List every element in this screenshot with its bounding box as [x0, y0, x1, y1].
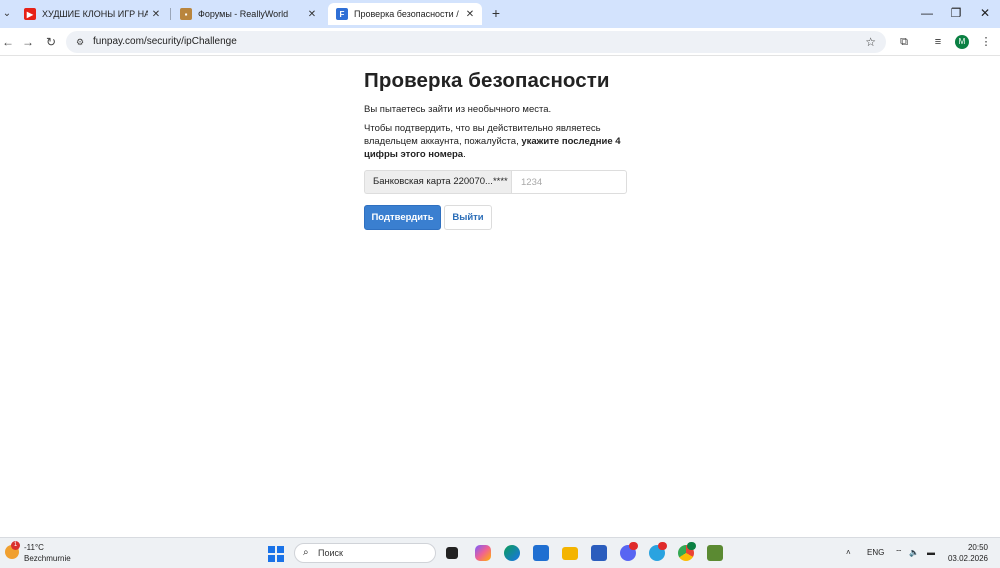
tray-chevron-up-icon[interactable]: ˄ — [846, 548, 851, 557]
minimize-button[interactable]: — — [912, 4, 942, 22]
page-title: Проверка безопасности — [364, 69, 610, 92]
site-settings-icon[interactable]: ⚙ — [74, 36, 86, 48]
weather-location[interactable]: Bezchmurnie — [24, 554, 71, 563]
reload-icon[interactable]: ↻ — [43, 34, 59, 50]
volume-icon[interactable]: 🔈 — [909, 548, 919, 557]
security-check-panel: Проверка безопасности Вы пытаетесь зайти… — [364, 68, 634, 230]
close-icon[interactable]: ✕ — [148, 9, 164, 20]
confirm-button[interactable]: Подтвердить — [364, 205, 441, 230]
battery-icon[interactable]: ▬ — [927, 548, 935, 557]
language-indicator[interactable]: ENG — [867, 548, 884, 557]
telegram-badge — [658, 542, 667, 550]
address-bar[interactable]: ⚙ funpay.com/security/ipChallenge ☆ — [66, 31, 886, 53]
tab-title: ХУДШИЕ КЛОНЫ ИГР НА ТЕЛЕФОН — [42, 9, 148, 19]
forward-icon[interactable]: → — [20, 34, 36, 50]
card-digits-input-group: Банковская карта 220070...**** — [364, 170, 627, 194]
back-icon[interactable]: ← — [0, 34, 16, 50]
store-icon[interactable] — [591, 545, 607, 561]
restore-button[interactable]: ❐ — [941, 4, 971, 22]
edge-icon[interactable] — [504, 545, 520, 561]
window-close-button[interactable]: ✕ — [970, 4, 1000, 22]
weather-temperature[interactable]: -11°C — [24, 543, 44, 552]
copilot-icon[interactable] — [475, 545, 491, 561]
action-buttons: Подтвердить Выйти — [364, 205, 492, 230]
search-placeholder: Поиск — [318, 548, 343, 558]
menu-kebab-icon[interactable]: ⋮ — [978, 34, 994, 50]
weather-alert-badge: 1 — [11, 541, 20, 550]
intro-text: Вы пытаетесь зайти из необычного места. — [364, 104, 552, 115]
card-digits-input[interactable] — [511, 170, 627, 194]
close-icon[interactable]: ✕ — [462, 9, 478, 20]
url-text[interactable]: funpay.com/security/ipChallenge — [93, 35, 237, 49]
card-label: Банковская карта 220070...**** — [364, 170, 511, 194]
chrome-profile-badge — [687, 542, 696, 550]
logout-button[interactable]: Выйти — [444, 205, 492, 230]
youtube-icon: ▶ — [24, 8, 36, 20]
discord-badge — [629, 542, 638, 550]
task-view-icon[interactable] — [446, 547, 458, 559]
bookmark-star-icon[interactable]: ☆ — [865, 35, 876, 49]
search-icon: ⌕ — [303, 547, 309, 558]
file-explorer-icon[interactable] — [562, 547, 578, 560]
wifi-icon[interactable]: ⌔ — [895, 548, 903, 558]
funpay-icon: F — [336, 8, 348, 20]
new-tab-button[interactable]: + — [488, 5, 504, 21]
taskbar-search[interactable]: ⌕ Поиск — [294, 543, 436, 563]
tab-strip: ⌄ ▶ ХУДШИЕ КЛОНЫ ИГР НА ТЕЛЕФОН ✕ ▪ Фору… — [0, 0, 1000, 28]
instruction-text: Чтобы подтвердить, что вы действительно … — [364, 122, 624, 161]
browser-toolbar: ← → ↻ ⚙ funpay.com/security/ipChallenge … — [0, 28, 1000, 56]
outlook-icon[interactable] — [533, 545, 549, 561]
close-icon[interactable]: ✕ — [304, 9, 320, 20]
media-controls-icon[interactable]: ≡ — [930, 34, 946, 50]
clock-time[interactable]: 20:50 — [968, 543, 988, 552]
profile-avatar[interactable]: M — [955, 35, 969, 49]
tab-search-chevron-icon[interactable]: ⌄ — [0, 6, 14, 22]
reallyworld-icon: ▪ — [180, 8, 192, 20]
start-windows-icon[interactable] — [268, 546, 284, 562]
extensions-icon[interactable]: ⧉ — [896, 34, 912, 50]
tab-title: Проверка безопасности / FunPay — [354, 9, 462, 19]
tab-reallyworld[interactable]: ▪ Форумы - ReallyWorld ✕ — [172, 3, 324, 25]
tab-title: Форумы - ReallyWorld — [198, 9, 289, 19]
instruction-suffix: . — [463, 149, 466, 160]
taskbar: 1 -11°C Bezchmurnie ⌕ Поиск ˄ ENG ⌔ 🔈 ▬ … — [0, 537, 1000, 568]
tab-youtube[interactable]: ▶ ХУДШИЕ КЛОНЫ ИГР НА ТЕЛЕФОН ✕ — [16, 3, 168, 25]
clock-date[interactable]: 03.02.2026 — [948, 554, 988, 563]
tab-separator — [170, 8, 171, 20]
tab-funpay[interactable]: F Проверка безопасности / FunPay ✕ — [328, 3, 482, 25]
minecraft-icon[interactable] — [707, 545, 723, 561]
